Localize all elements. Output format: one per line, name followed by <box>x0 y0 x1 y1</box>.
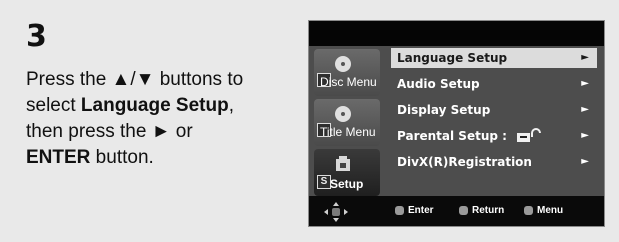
enter-key-icon <box>395 206 404 215</box>
menu-item-label: Language Setup <box>397 51 508 65</box>
instruction-line4-suffix: button. <box>90 147 154 168</box>
menu-item-label: Parental Setup : <box>397 129 507 143</box>
setup-box-icon: S <box>317 175 331 189</box>
side-tab-disc-menu[interactable]: Disc Menu <box>314 49 380 96</box>
instruction-panel: 3 Press the ▲/▼ buttons to select Langua… <box>0 0 619 242</box>
right-arrow-icon: ► <box>581 130 589 141</box>
navigation-arrows-icon <box>324 202 348 222</box>
menu-area: Disc Menu Title Menu S Setup Language Se… <box>309 46 604 196</box>
language-setup-emphasis: Language Setup <box>80 95 229 116</box>
menu-key-icon <box>524 206 533 215</box>
side-tab-label: Title Menu <box>320 125 376 139</box>
instruction-text: Press the ▲/▼ buttons to select Language… <box>26 67 276 171</box>
menu-item-parental-setup[interactable]: Parental Setup : ► <box>391 126 597 146</box>
right-arrow-icon: ► <box>581 78 589 89</box>
right-arrow-icon: ► <box>581 52 589 63</box>
menu-item-language-setup[interactable]: Language Setup ► <box>391 48 597 68</box>
menu-item-label: DivX(R)Registration <box>397 155 532 169</box>
disc-menu-icon <box>335 56 351 72</box>
side-tab-title-menu[interactable]: Title Menu <box>314 99 380 146</box>
instruction-line3: then press the ► or <box>26 121 193 142</box>
menu-item-label: Display Setup <box>397 103 491 117</box>
menu-item-divx-registration[interactable]: DivX(R)Registration ► <box>391 152 597 172</box>
side-tab-label: Setup <box>330 177 364 191</box>
right-arrow-icon: ► <box>581 156 589 167</box>
side-tab-label: Disc Menu <box>320 75 377 89</box>
menu-item-label: Audio Setup <box>397 77 480 91</box>
setup-menu-screen: Disc Menu Title Menu S Setup Language Se… <box>308 20 605 227</box>
instruction-line1-suffix: buttons to <box>154 69 244 90</box>
menu-item-audio-setup[interactable]: Audio Setup ► <box>391 74 597 94</box>
side-tab-setup[interactable]: S Setup <box>314 149 380 196</box>
instruction-line1-prefix: Press the <box>26 69 112 90</box>
lock-icon <box>517 128 541 142</box>
instruction-line2-suffix: , <box>228 95 234 116</box>
screen-top-bar <box>309 21 604 46</box>
title-menu-icon <box>335 106 351 122</box>
return-hint: Return <box>472 205 505 216</box>
right-arrow-icon: ► <box>581 104 589 115</box>
instruction-line2-prefix: select <box>26 95 81 116</box>
enter-emphasis: ENTER <box>26 147 91 168</box>
up-down-buttons-glyph: ▲/▼ <box>111 69 155 90</box>
step-number: 3 <box>26 19 47 54</box>
return-key-icon <box>459 206 468 215</box>
setup-icon <box>336 156 350 171</box>
enter-hint: Enter <box>408 205 434 216</box>
menu-hint: Menu <box>537 205 564 216</box>
menu-item-display-setup[interactable]: Display Setup ► <box>391 100 597 120</box>
